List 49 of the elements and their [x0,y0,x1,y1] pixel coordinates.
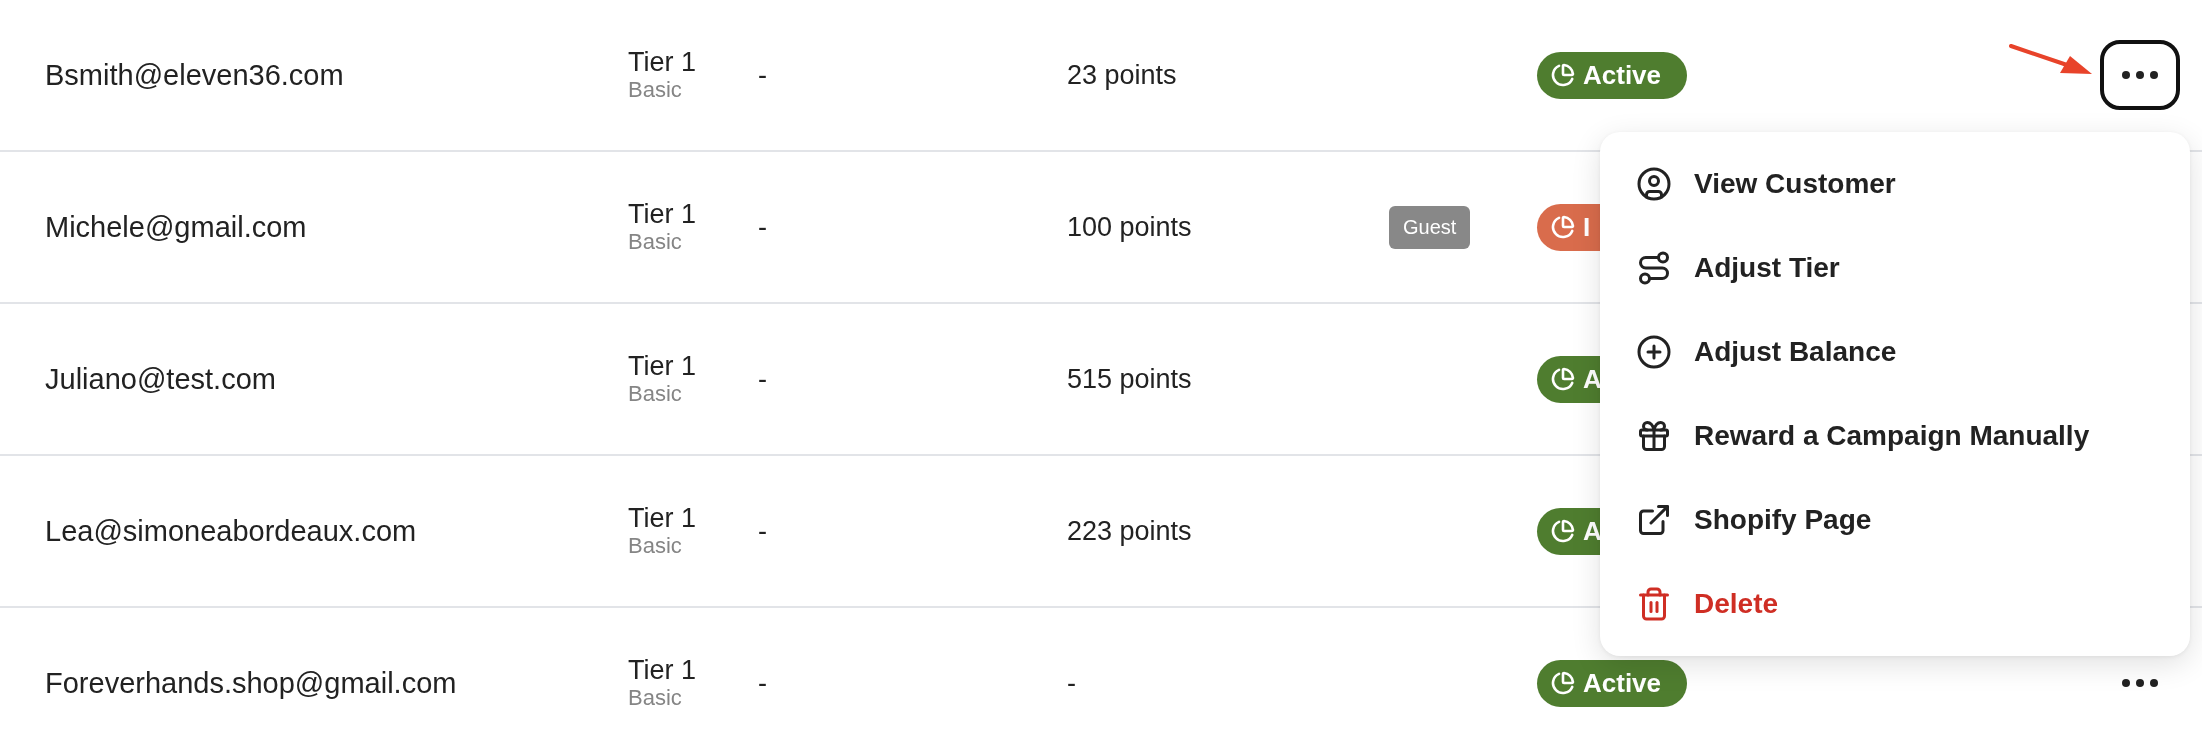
pie-chart-icon [1551,367,1575,391]
tier-name: Basic [628,229,683,254]
menu-item[interactable]: Adjust Tier [1600,226,2190,310]
menu-item[interactable]: Delete [1600,562,2190,646]
menu-item-icon [1636,586,1672,622]
menu-item-icon [1636,250,1672,286]
tier-label: Tier 1 [628,656,697,686]
menu-item[interactable]: View Customer [1600,142,2190,226]
table-cell: - [758,515,767,547]
tier-label: Tier 1 [628,352,697,382]
tier-name: Basic [628,77,683,102]
menu-item-icon [1636,418,1672,454]
menu-item[interactable]: Adjust Balance [1600,310,2190,394]
table-cell: - [758,667,767,699]
points-value: - [1067,667,1076,699]
pie-chart-icon [1551,215,1575,239]
menu-item-icon [1636,334,1672,370]
tier-label: Tier 1 [628,504,697,534]
pie-chart-icon [1551,671,1575,695]
table-cell: - [758,363,767,395]
points-value: 23 points [1067,59,1177,91]
points-value: 223 points [1067,515,1192,547]
status-label: A [1583,515,1602,547]
tier-label: Tier 1 [628,48,697,78]
customer-email: Foreverhands.shop@gmail.com [45,666,458,700]
customer-email: Juliano@test.com [45,362,277,396]
tier-name: Basic [628,685,683,710]
menu-item-icon [1636,502,1672,538]
tier-name: Basic [628,533,683,558]
status-label: Active [1583,59,1662,91]
more-button[interactable] [2100,40,2180,110]
pie-chart-icon [1551,63,1575,87]
tier-label: Tier 1 [628,200,697,230]
status-label: I [1583,211,1591,243]
table-cell: - [758,211,767,243]
customer-email: Lea@simoneabordeaux.com [45,514,418,548]
points-value: 100 points [1067,211,1192,243]
customer-email: Michele@gmail.com [45,210,308,244]
tier-name: Basic [628,381,683,406]
menu-item-icon [1636,166,1672,202]
table-cell: - [758,59,767,91]
status-label: Active [1583,667,1662,699]
pie-chart-icon [1551,519,1575,543]
guest-tag: Guest [1389,205,1471,249]
menu-item[interactable]: Reward a Campaign Manually [1600,394,2190,478]
customer-email: Bsmith@eleven36.com [45,58,345,92]
menu-item[interactable]: Shopify Page [1600,478,2190,562]
status-label: A [1583,363,1602,395]
points-value: 515 points [1067,363,1192,395]
